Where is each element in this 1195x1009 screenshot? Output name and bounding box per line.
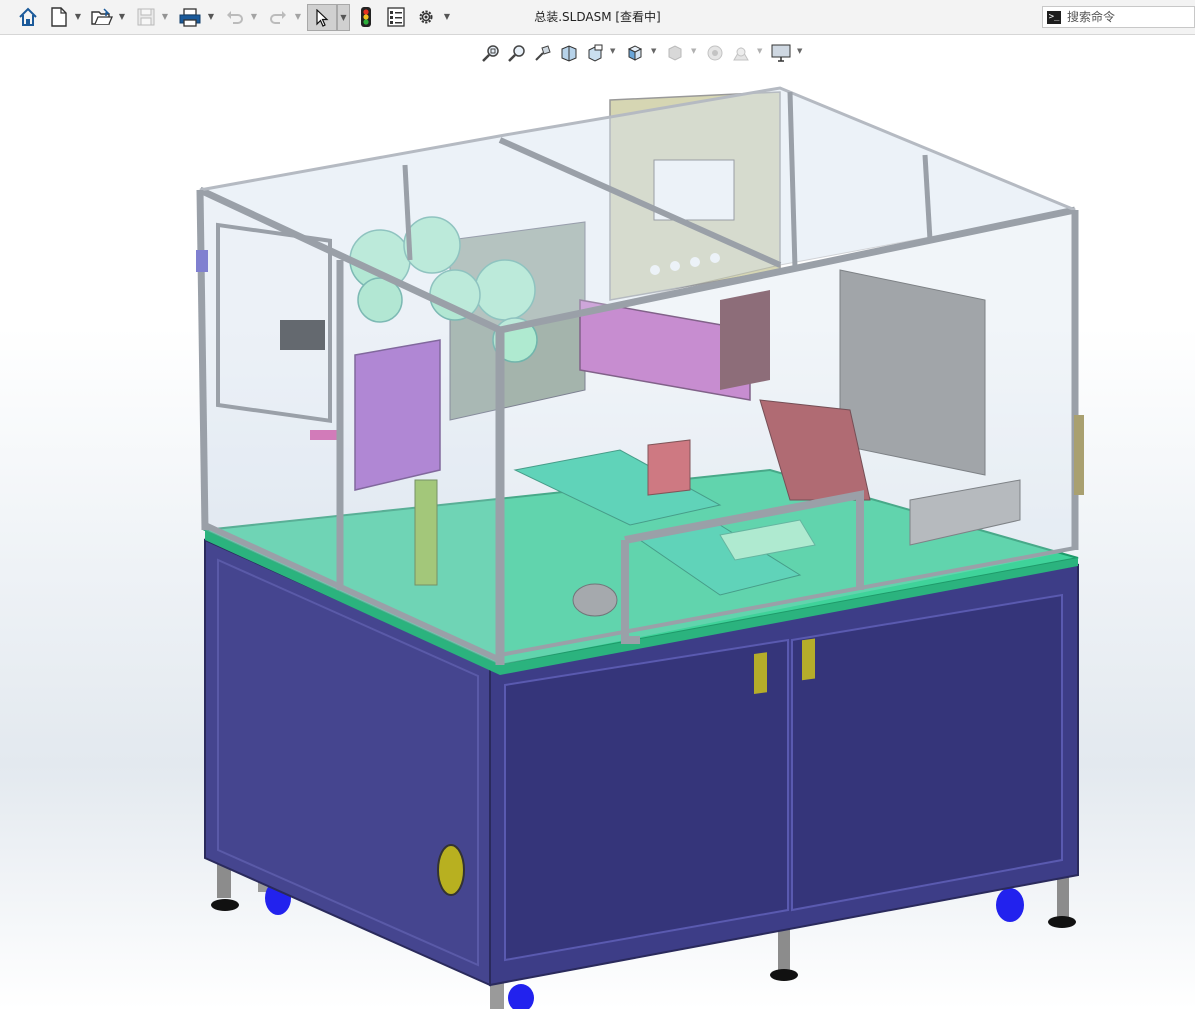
print-dropdown-caret[interactable]: ▼ bbox=[207, 8, 215, 24]
print-button[interactable] bbox=[178, 5, 202, 29]
command-search[interactable]: >_ bbox=[1042, 6, 1195, 28]
open-button[interactable] bbox=[90, 5, 114, 29]
rebuild-button[interactable] bbox=[356, 5, 376, 29]
traffic-light-icon bbox=[361, 7, 371, 27]
assembly-model-render[interactable] bbox=[0, 35, 1195, 1009]
select-button[interactable] bbox=[307, 4, 337, 31]
door-handle-right[interactable] bbox=[802, 638, 815, 681]
save-dropdown-caret[interactable]: ▼ bbox=[161, 8, 169, 24]
new-document-button[interactable] bbox=[48, 5, 70, 29]
file-properties-icon bbox=[387, 7, 405, 27]
undo-button[interactable] bbox=[224, 5, 246, 29]
title-bar: ▼ ▼ ▼ ▼ ▼ ▼ ▼ ▼ 总装.SLDASM [查看中] >_ bbox=[0, 0, 1195, 35]
options-button[interactable] bbox=[415, 5, 437, 29]
door-handle-left[interactable] bbox=[754, 652, 767, 695]
redo-dropdown-caret[interactable]: ▼ bbox=[294, 8, 302, 24]
save-button[interactable] bbox=[135, 5, 157, 29]
undo-dropdown-caret[interactable]: ▼ bbox=[250, 8, 258, 24]
save-icon bbox=[137, 8, 155, 26]
redo-button[interactable] bbox=[267, 5, 289, 29]
redo-icon bbox=[270, 11, 286, 24]
options-dropdown-caret[interactable]: ▼ bbox=[443, 8, 451, 24]
printer-icon bbox=[179, 8, 201, 27]
command-prompt-icon: >_ bbox=[1047, 10, 1061, 24]
undo-icon bbox=[227, 11, 243, 24]
search-input[interactable] bbox=[1067, 10, 1187, 24]
file-properties-button[interactable] bbox=[385, 5, 407, 29]
select-dropdown-caret[interactable]: ▼ bbox=[337, 4, 350, 31]
cursor-arrow-icon bbox=[316, 8, 329, 27]
open-dropdown-caret[interactable]: ▼ bbox=[118, 8, 126, 24]
home-button[interactable] bbox=[16, 5, 40, 29]
home-icon bbox=[19, 7, 37, 26]
open-folder-icon bbox=[91, 8, 113, 25]
gear-icon bbox=[419, 10, 433, 24]
new-dropdown-caret[interactable]: ▼ bbox=[74, 8, 82, 24]
new-file-icon bbox=[51, 7, 67, 27]
